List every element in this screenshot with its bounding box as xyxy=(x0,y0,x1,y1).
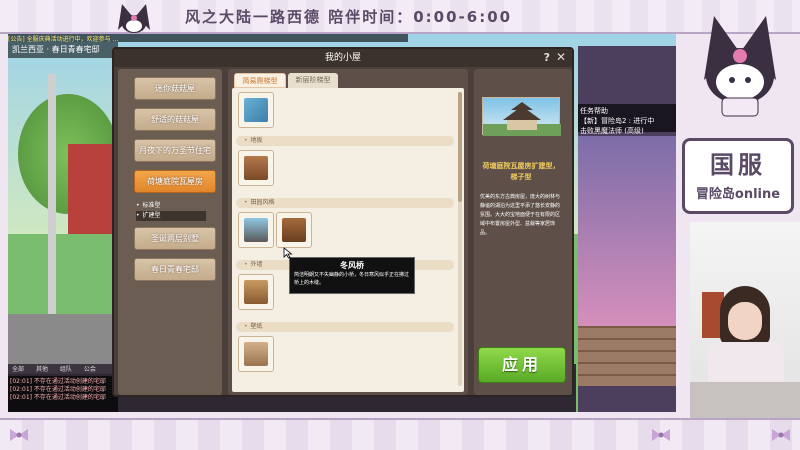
house-item-cozy-mushroom[interactable]: 舒适的菇菇屋 xyxy=(134,108,216,131)
floor-item-icon xyxy=(244,156,268,180)
preview-panel: 荷塘庭院瓦屋房扩建型，梯子型 优美的东方古典房屋，庞大的树林与静谧的湖泊为这里平… xyxy=(474,69,572,395)
sticker-subtitle: 冒险岛online xyxy=(695,187,781,202)
server-sticker: 国服 冒险岛online xyxy=(682,138,794,214)
pagoda-icon xyxy=(483,102,561,136)
tab-simple-ladder[interactable]: 简易爬梯型 xyxy=(234,73,286,88)
bow-icon xyxy=(652,429,670,441)
item-panel: 地板 田园风格 外墙 壁纸 xyxy=(232,88,464,392)
location-label: 凯兰西亚 · 春日青春宅邸 xyxy=(8,42,118,58)
kuromi-mascot-icon xyxy=(704,16,776,117)
house-list: 迷你菇菇屋 舒适的菇菇屋 月夜下的万圣节住宅 荷塘庭院瓦屋房 标准型 扩建型 圣… xyxy=(118,69,222,395)
tooltip-description: 简洁明朗又不失幽静的小桥，冬日寒风似乎正在拂过桥上的木缝。 xyxy=(294,272,410,286)
streamer-shirt xyxy=(708,342,784,382)
subitem-extended[interactable]: 扩建型 xyxy=(136,211,206,221)
close-button[interactable]: ✕ xyxy=(556,50,566,64)
item-slot[interactable] xyxy=(238,92,274,128)
quest-helper-title: 任务帮助 xyxy=(580,107,608,115)
game-bricks xyxy=(578,326,676,386)
chat-line: [02:01] 不存在通过活动创建的宅邸 xyxy=(10,394,106,401)
house-item-spring-mansion[interactable]: 春日青春宅邸 xyxy=(134,258,216,281)
kuromi-icon xyxy=(118,4,150,33)
item-slot[interactable] xyxy=(238,274,274,310)
category-rustic: 田园风格 xyxy=(236,198,454,208)
winter-bridge-item-icon xyxy=(282,218,306,242)
bow-icon xyxy=(10,429,28,441)
stream-bottom-strip xyxy=(0,418,800,450)
chat-log: [02:01] 不存在通过活动创建的宅邸 [02:01] 不存在通过活动创建的宅… xyxy=(8,376,118,412)
dialog-title[interactable]: 我的小屋 xyxy=(114,49,572,67)
webcam-feed xyxy=(690,222,800,418)
quest-helper[interactable]: 任务帮助 【新】冒险岛2 : 进行中 击败黑魔法师 (高级) xyxy=(578,104,676,135)
house-item-mini-mushroom[interactable]: 迷你菇菇屋 xyxy=(134,77,216,100)
tab-new-stairs[interactable]: 新层阶梯型 xyxy=(288,73,338,88)
chat-line: [02:01] 不存在通过活动创建的宅邸 xyxy=(10,378,106,385)
game-stage xyxy=(578,136,676,326)
house-preview-image xyxy=(482,97,561,136)
category-floor: 地板 xyxy=(236,136,454,146)
category-wallpaper: 壁纸 xyxy=(236,322,454,332)
game-notice: [公告] 全服庆典活动进行中，欢迎参与 … xyxy=(8,34,408,43)
chat-tab-party[interactable]: 组队 xyxy=(56,366,72,373)
tooltip-title: 冬风桥 xyxy=(340,261,364,270)
wallpaper-item-icon xyxy=(244,342,268,366)
help-button[interactable]: ? xyxy=(544,51,550,64)
item-scroll-thumb[interactable] xyxy=(458,92,462,202)
preview-description: 优美的东方古典房屋，庞大的树林与静谧的湖泊为这里平添了悠长安静的氛围。大大的宝地… xyxy=(480,194,561,236)
chat-tab-guild[interactable]: 公会 xyxy=(80,366,96,373)
bow-icon xyxy=(772,429,790,441)
chat-line: [02:01] 不存在通过活动创建的宅邸 xyxy=(10,386,106,393)
stream-title: 风之大陆一路西德 陪伴时间：0:00-6:00 xyxy=(185,8,513,26)
house-item-pond-courtyard[interactable]: 荷塘庭院瓦屋房 xyxy=(134,170,216,193)
stairs-item-icon xyxy=(244,98,268,122)
chat-tab-all[interactable]: 全部 xyxy=(8,366,24,373)
wall-item-icon xyxy=(244,280,268,304)
item-tooltip: 冬风桥 简洁明朗又不失幽静的小桥，冬日寒风似乎正在拂过桥上的木缝。 xyxy=(289,257,415,294)
quest-helper-item[interactable]: 【新】冒险岛2 : 进行中 xyxy=(580,116,674,126)
item-scrollbar[interactable] xyxy=(458,92,462,386)
mouse-cursor-icon xyxy=(283,247,293,259)
game-right-scene: 任务帮助 【新】冒险岛2 : 进行中 击败黑魔法师 (高级) xyxy=(578,46,676,412)
house-item-halloween[interactable]: 月夜下的万圣节住宅 xyxy=(134,139,216,162)
chat-tabs: 全部 其他 组队 公会 xyxy=(8,364,118,374)
my-house-dialog: 我的小屋 ? ✕ 迷你菇菇屋 舒适的菇菇屋 月夜下的万圣节住宅 荷塘庭院瓦屋房 … xyxy=(112,47,574,397)
apply-button[interactable]: 应用 xyxy=(478,347,566,383)
subitem-standard[interactable]: 标准型 xyxy=(136,201,216,211)
game-pole xyxy=(48,74,56,334)
item-slot[interactable] xyxy=(238,212,274,248)
quest-helper-item[interactable]: 击败黑魔法师 (高级) xyxy=(580,126,674,136)
bridge-item-icon xyxy=(244,218,268,242)
item-slot-hovered[interactable] xyxy=(276,212,312,248)
item-slot[interactable] xyxy=(238,150,274,186)
sticker-title: 国服 xyxy=(710,151,766,179)
streamer-face xyxy=(728,302,762,340)
preview-name: 荷塘庭院瓦屋房扩建型，梯子型 xyxy=(482,162,560,181)
item-catalog: 简易爬梯型 新层阶梯型 地板 田园风格 外墙 壁纸 xyxy=(228,69,468,395)
house-item-christmas-villa[interactable]: 圣诞两层别墅 xyxy=(134,227,216,250)
stream-top-banner: 风之大陆一路西德 陪伴时间：0:00-6:00 xyxy=(0,0,800,34)
chat-tab-other[interactable]: 其他 xyxy=(32,366,48,373)
item-slot[interactable] xyxy=(238,336,274,372)
cam-desk xyxy=(690,382,800,418)
